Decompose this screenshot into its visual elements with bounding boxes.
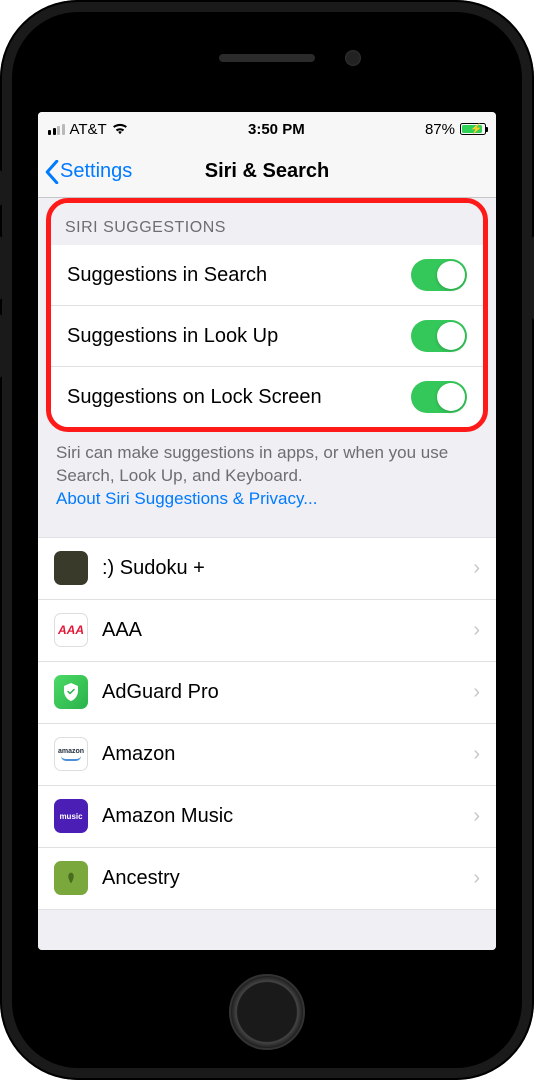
phone-frame: AT&T 3:50 PM 87% ⚡ Settings	[0, 0, 534, 1080]
toggle-row-lookup: Suggestions in Look Up	[51, 306, 483, 367]
app-name-label: Amazon Music	[102, 805, 459, 828]
app-row-adguard[interactable]: AdGuard Pro ›	[38, 662, 496, 724]
front-camera	[345, 50, 361, 66]
toggle-row-search: Suggestions in Search	[51, 245, 483, 306]
screen: AT&T 3:50 PM 87% ⚡ Settings	[38, 112, 496, 950]
toggle-suggestions-lockscreen[interactable]	[411, 381, 467, 413]
mute-switch	[0, 170, 2, 206]
section-header-siri: SIRI SUGGESTIONS	[51, 203, 483, 245]
wifi-icon	[112, 123, 128, 135]
carrier-label: AT&T	[70, 121, 107, 138]
about-privacy-link[interactable]: About Siri Suggestions & Privacy...	[56, 489, 317, 508]
app-row-amazon[interactable]: amazon Amazon ›	[38, 724, 496, 786]
toggle-row-lockscreen: Suggestions on Lock Screen	[51, 367, 483, 427]
back-button[interactable]: Settings	[38, 160, 132, 184]
highlighted-section: SIRI SUGGESTIONS Suggestions in Search S…	[46, 198, 488, 432]
app-name-label: Amazon	[102, 743, 459, 766]
chevron-right-icon: ›	[473, 619, 480, 642]
battery-percent: 87%	[425, 121, 455, 138]
app-icon	[54, 861, 88, 895]
home-button[interactable]	[229, 974, 305, 1050]
app-icon: amazon	[54, 737, 88, 771]
app-name-label: Ancestry	[102, 867, 459, 890]
toggle-label: Suggestions in Look Up	[67, 325, 278, 348]
toggle-suggestions-search[interactable]	[411, 259, 467, 291]
content-scroll[interactable]: SIRI SUGGESTIONS Suggestions in Search S…	[38, 198, 496, 950]
app-name-label: :) Sudoku +	[102, 557, 459, 580]
app-row-ancestry[interactable]: Ancestry ›	[38, 848, 496, 910]
status-time: 3:50 PM	[248, 121, 305, 138]
footer-text: Siri can make suggestions in apps, or wh…	[56, 443, 448, 485]
status-bar: AT&T 3:50 PM 87% ⚡	[38, 112, 496, 146]
toggle-label: Suggestions on Lock Screen	[67, 386, 322, 409]
app-list: :) Sudoku + › AAA AAA › AdGuard Pro ›	[38, 537, 496, 910]
app-row-amazon-music[interactable]: music Amazon Music ›	[38, 786, 496, 848]
app-name-label: AdGuard Pro	[102, 681, 459, 704]
back-label: Settings	[60, 160, 132, 183]
app-row-aaa[interactable]: AAA AAA ›	[38, 600, 496, 662]
chevron-right-icon: ›	[473, 743, 480, 766]
signal-icon	[48, 124, 65, 135]
earpiece	[219, 54, 315, 62]
app-icon: music	[54, 799, 88, 833]
battery-icon: ⚡	[460, 123, 486, 135]
toggle-suggestions-lookup[interactable]	[411, 320, 467, 352]
app-row-sudoku[interactable]: :) Sudoku + ›	[38, 538, 496, 600]
volume-down	[0, 314, 2, 378]
chevron-right-icon: ›	[473, 681, 480, 704]
app-icon: AAA	[54, 613, 88, 647]
volume-up	[0, 236, 2, 300]
chevron-left-icon	[44, 160, 60, 184]
chevron-right-icon: ›	[473, 867, 480, 890]
toggle-label: Suggestions in Search	[67, 264, 267, 287]
chevron-right-icon: ›	[473, 805, 480, 828]
app-name-label: AAA	[102, 619, 459, 642]
section-footer: Siri can make suggestions in apps, or wh…	[38, 432, 496, 537]
page-title: Siri & Search	[205, 160, 330, 183]
chevron-right-icon: ›	[473, 557, 480, 580]
app-icon	[54, 675, 88, 709]
app-icon	[54, 551, 88, 585]
nav-bar: Settings Siri & Search	[38, 146, 496, 198]
